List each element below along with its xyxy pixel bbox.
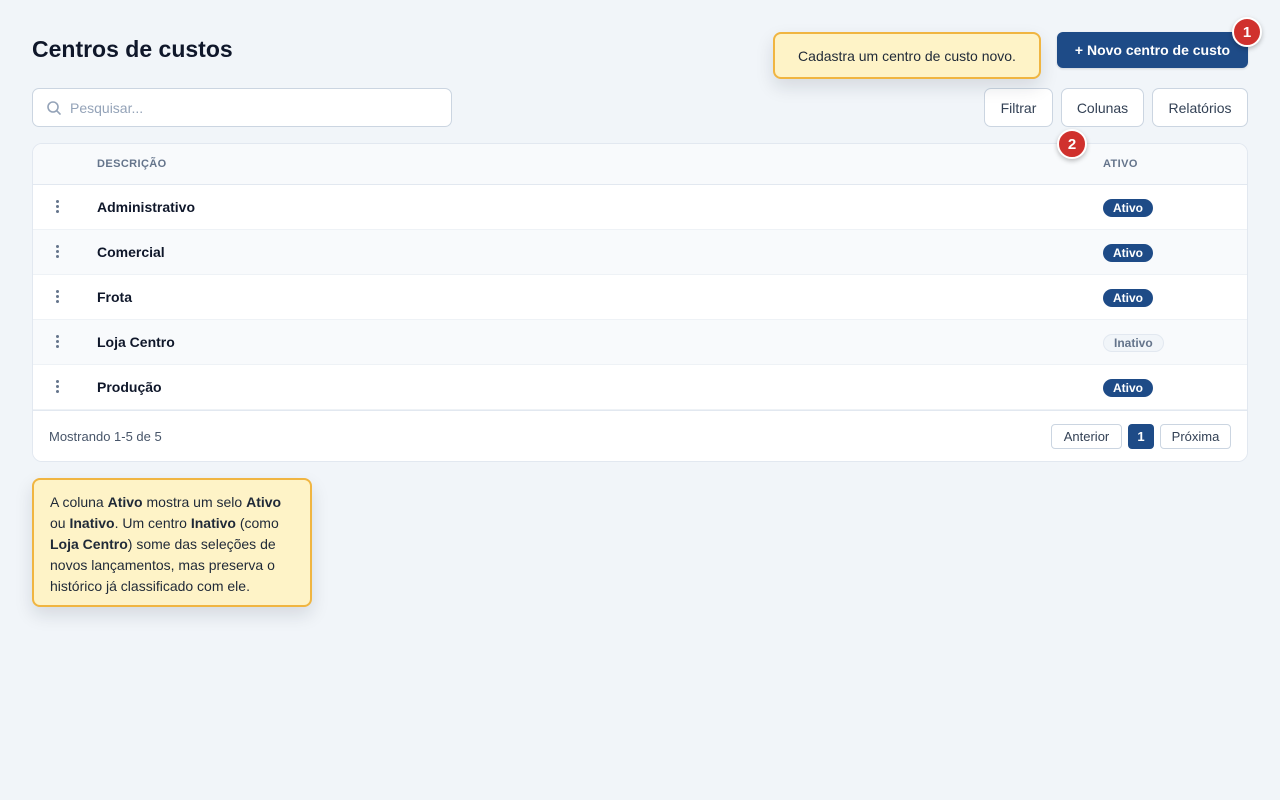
new-button-tooltip: Cadastra um centro de custo novo. <box>773 32 1041 79</box>
column-header-description[interactable]: DESCRIÇÃO <box>97 158 167 170</box>
table-row[interactable]: Frota Ativo <box>33 275 1247 320</box>
pagination-summary: Mostrando 1-5 de 5 <box>49 429 162 444</box>
status-badge: Inativo <box>1103 334 1164 352</box>
row-menu-icon[interactable] <box>47 331 67 351</box>
row-description: Produção <box>97 379 162 395</box>
status-badge: Ativo <box>1103 199 1153 217</box>
search-input[interactable] <box>70 99 430 116</box>
pagination-page-1[interactable]: 1 <box>1128 424 1154 449</box>
filter-button[interactable]: Filtrar <box>984 88 1053 127</box>
row-description: Loja Centro <box>97 334 175 350</box>
row-menu-icon[interactable] <box>47 376 67 396</box>
column-header-active[interactable]: ATIVO <box>1103 158 1138 170</box>
row-menu-icon[interactable] <box>47 241 67 261</box>
status-badge: Ativo <box>1103 289 1153 307</box>
status-badge: Ativo <box>1103 244 1153 262</box>
status-badge: Ativo <box>1103 379 1153 397</box>
table-row[interactable]: Administrativo Ativo <box>33 185 1247 230</box>
columns-button[interactable]: Colunas <box>1061 88 1144 127</box>
step-marker-1: 1 <box>1232 17 1262 47</box>
row-menu-icon[interactable] <box>47 196 67 216</box>
search-box[interactable] <box>32 88 452 127</box>
search-icon <box>47 100 61 115</box>
pagination-next-button[interactable]: Próxima <box>1160 424 1231 449</box>
reports-button[interactable]: Relatórios <box>1152 88 1248 127</box>
table-row[interactable]: Comercial Ativo <box>33 230 1247 275</box>
row-description: Comercial <box>97 244 165 260</box>
table-row[interactable]: Produção Ativo <box>33 365 1247 410</box>
page-title: Centros de custos <box>32 36 233 62</box>
new-cost-center-button[interactable]: + Novo centro de custo <box>1057 32 1248 68</box>
step-marker-2: 2 <box>1057 129 1087 159</box>
table-footer: Mostrando 1-5 de 5 Anterior 1 Próxima <box>33 410 1247 461</box>
cost-centers-table: DESCRIÇÃO ATIVO Administrativo Ativo Com… <box>32 143 1248 462</box>
row-description: Frota <box>97 289 132 305</box>
row-menu-icon[interactable] <box>47 286 67 306</box>
pagination-prev-button[interactable]: Anterior <box>1051 424 1122 449</box>
active-column-tooltip: A coluna Ativo mostra um selo Ativo ou I… <box>32 478 312 607</box>
row-description: Administrativo <box>97 199 196 215</box>
table-row[interactable]: Loja Centro Inativo <box>33 320 1247 365</box>
